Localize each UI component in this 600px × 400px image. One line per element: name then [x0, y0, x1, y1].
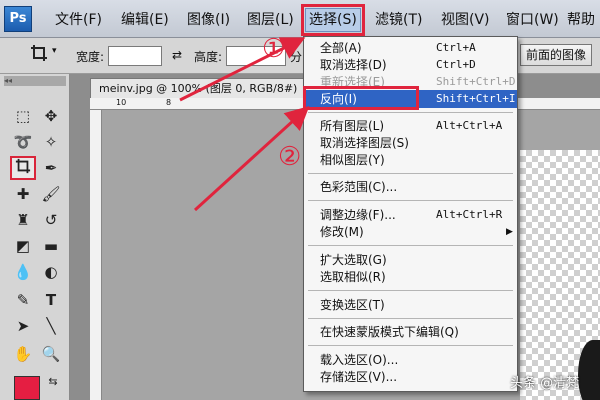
annotation-arrow-2	[193, 105, 310, 212]
annotation-arrows	[179, 37, 310, 212]
watermark: 头条 @清梵	[510, 376, 580, 391]
annotation-arrow-1	[179, 37, 306, 102]
